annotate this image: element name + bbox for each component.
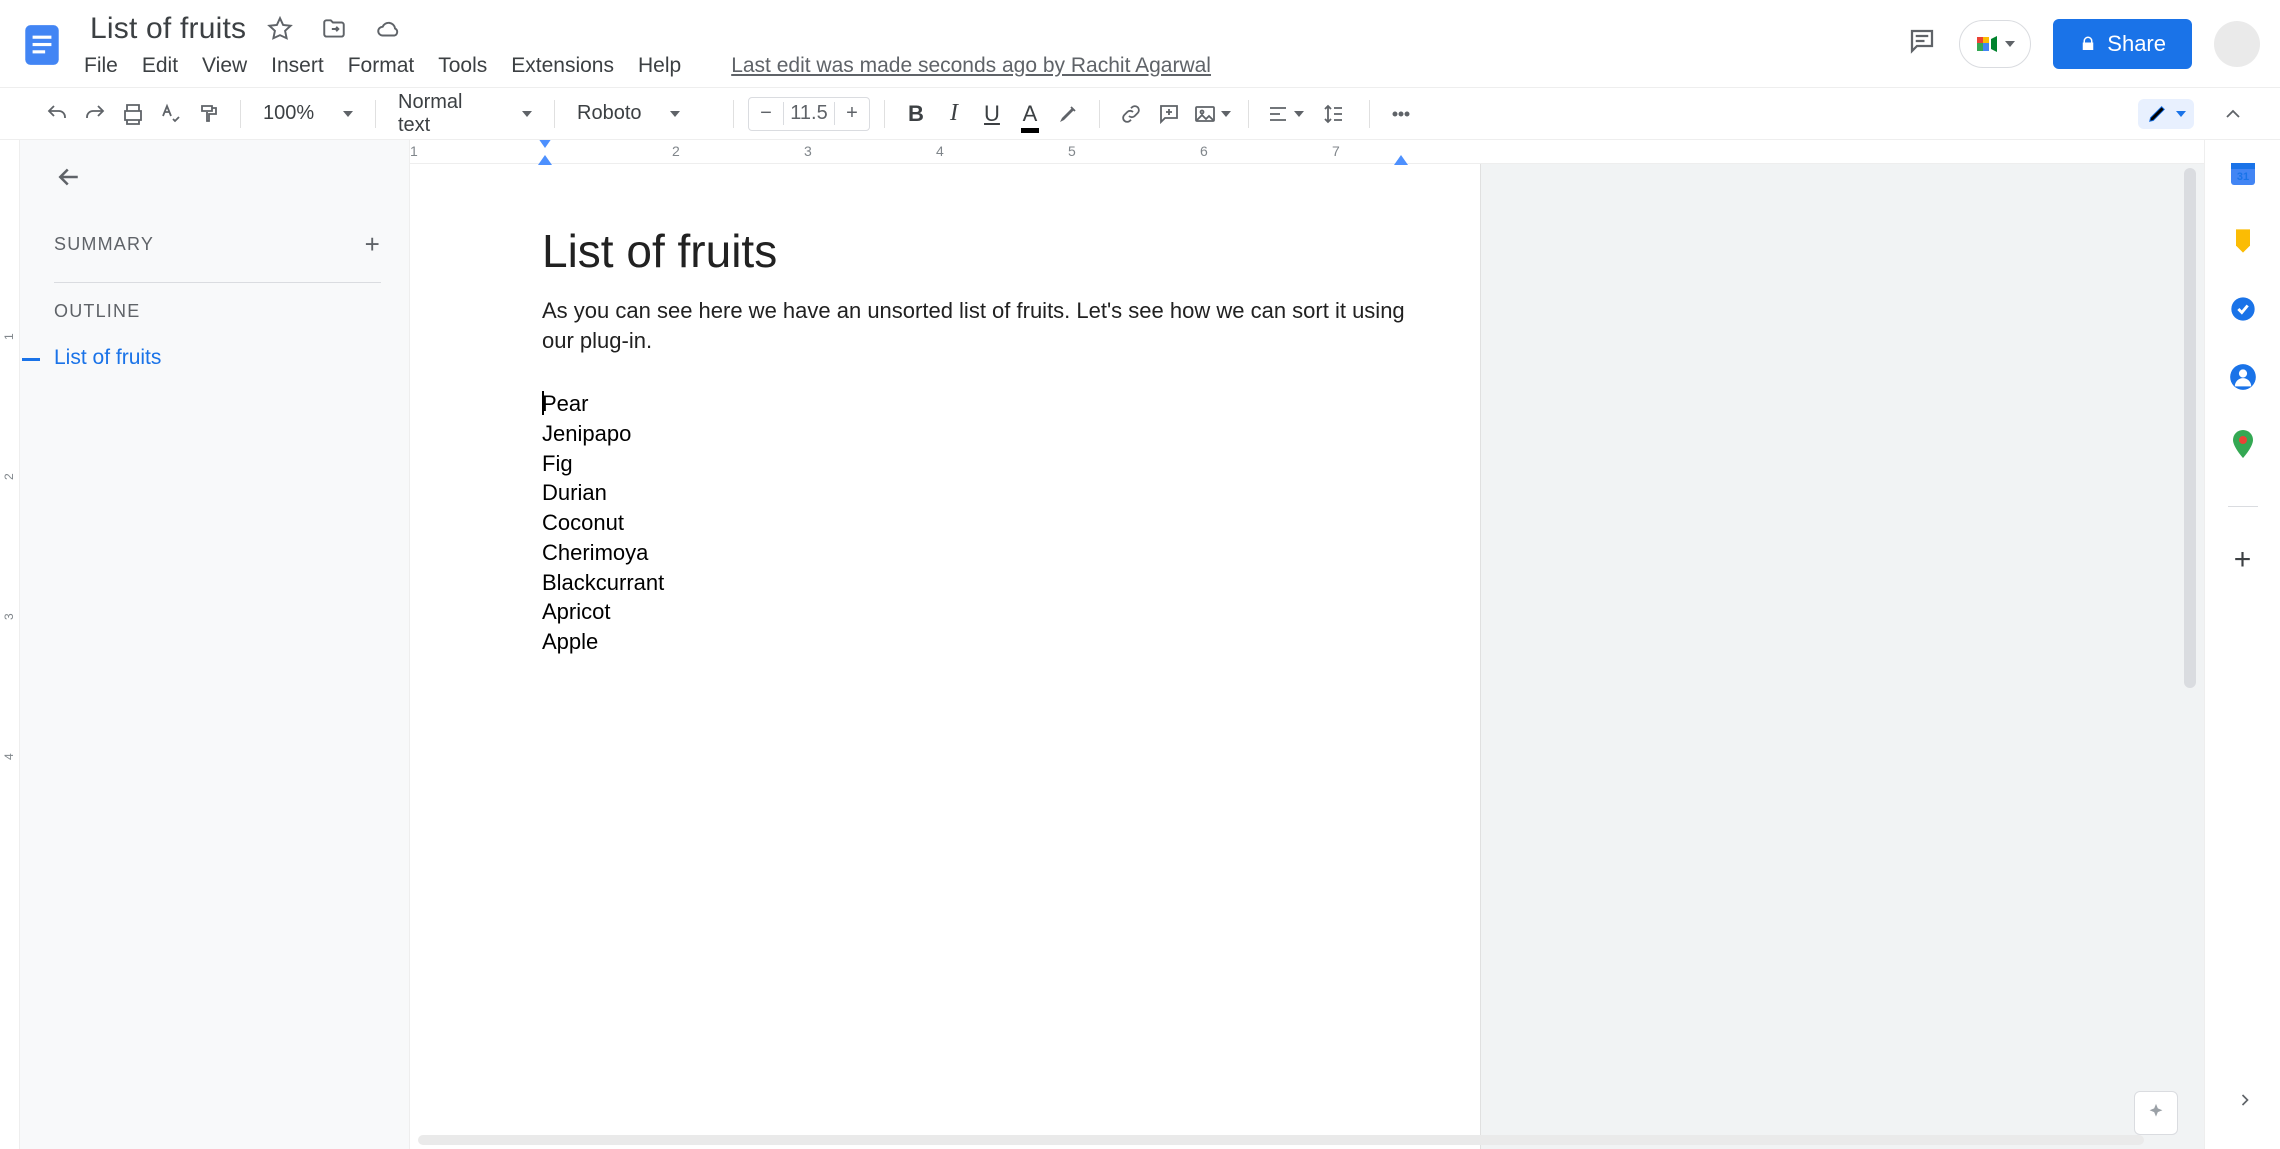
side-panel: 31 +	[2204, 140, 2280, 1149]
menu-bar: File Edit View Insert Format Tools Exten…	[84, 54, 1211, 78]
maps-icon[interactable]	[2228, 430, 2258, 460]
fruit-line[interactable]: Durian	[542, 478, 1410, 508]
doc-heading[interactable]: List of fruits	[542, 224, 1410, 278]
fruit-line[interactable]: Apricot	[542, 597, 1410, 627]
hide-sidepanel-button[interactable]	[2230, 1085, 2260, 1115]
font-size-decrease[interactable]: −	[749, 102, 783, 125]
menu-extensions[interactable]: Extensions	[511, 54, 614, 78]
docs-logo-icon[interactable]	[10, 12, 74, 76]
last-edit-link[interactable]: Last edit was made seconds ago by Rachit…	[731, 54, 1211, 78]
vruler-tick: 1	[2, 333, 16, 340]
zoom-value: 100%	[263, 102, 325, 125]
fruit-line[interactable]: Apple	[542, 627, 1410, 657]
outline-label: OUTLINE	[54, 301, 381, 322]
share-label: Share	[2107, 31, 2166, 57]
font-size-increase[interactable]: +	[835, 102, 869, 125]
menu-format[interactable]: Format	[348, 54, 415, 78]
editing-mode-button[interactable]	[2138, 99, 2194, 129]
hruler-num: 6	[1200, 143, 1208, 159]
share-button[interactable]: Share	[2053, 19, 2192, 69]
outline-item[interactable]: List of fruits	[54, 346, 381, 370]
title-bar: List of fruits File Edit View Insert For…	[0, 0, 2280, 88]
hruler-num: 2	[672, 143, 680, 159]
highlight-button[interactable]	[1051, 97, 1085, 131]
font-family-select[interactable]: Roboto	[569, 102, 719, 125]
font-size-box: − 11.5 +	[748, 97, 870, 131]
hide-menus-button[interactable]	[2216, 97, 2250, 131]
redo-button[interactable]	[78, 97, 112, 131]
more-button[interactable]	[1384, 97, 1418, 131]
vruler-tick: 4	[2, 753, 16, 760]
menu-view[interactable]: View	[202, 54, 247, 78]
explore-button[interactable]	[2134, 1091, 2178, 1135]
move-icon[interactable]	[320, 15, 348, 43]
hruler-num: 4	[936, 143, 944, 159]
fruit-line[interactable]: Cherimoya	[542, 538, 1410, 568]
paint-format-button[interactable]	[192, 97, 226, 131]
font-size-input[interactable]: 11.5	[783, 102, 835, 125]
get-addons-button[interactable]: +	[2228, 545, 2258, 575]
paragraph-style-select[interactable]: Normal text	[390, 91, 540, 137]
document-title[interactable]: List of fruits	[84, 10, 252, 48]
add-summary-button[interactable]: +	[365, 229, 381, 260]
zoom-select[interactable]: 100%	[255, 102, 361, 125]
keep-icon[interactable]	[2228, 226, 2258, 256]
bold-button[interactable]: B	[899, 97, 933, 131]
fruit-line[interactable]: Fig	[542, 449, 1410, 479]
hruler-num: 7	[1332, 143, 1340, 159]
svg-text:31: 31	[2236, 171, 2248, 183]
insert-link-button[interactable]	[1114, 97, 1148, 131]
star-icon[interactable]	[266, 15, 294, 43]
spellcheck-button[interactable]	[154, 97, 188, 131]
menu-edit[interactable]: Edit	[142, 54, 178, 78]
hruler-num: 3	[804, 143, 812, 159]
doc-intro[interactable]: As you can see here we have an unsorted …	[542, 296, 1410, 355]
document-area: 1 2 3 4 5 6 7 List of fruits As you can …	[410, 140, 2204, 1149]
add-comment-button[interactable]	[1152, 97, 1186, 131]
align-button[interactable]	[1263, 97, 1307, 131]
workspace: 1 2 3 4 SUMMARY + OUTLINE List of fruits…	[0, 140, 2280, 1149]
menu-file[interactable]: File	[84, 54, 118, 78]
tasks-icon[interactable]	[2228, 294, 2258, 324]
undo-button[interactable]	[40, 97, 74, 131]
text-color-button[interactable]: A	[1013, 97, 1047, 131]
calendar-icon[interactable]: 31	[2228, 158, 2258, 188]
toolbar: 100% Normal text Roboto − 11.5 + B I U A	[0, 88, 2280, 140]
cloud-status-icon[interactable]	[374, 15, 402, 43]
horizontal-scrollbar[interactable]	[418, 1135, 2144, 1145]
menu-insert[interactable]: Insert	[271, 54, 324, 78]
menu-tools[interactable]: Tools	[438, 54, 487, 78]
summary-label: SUMMARY	[54, 234, 154, 255]
line-spacing-button[interactable]	[1311, 97, 1355, 131]
contacts-icon[interactable]	[2228, 362, 2258, 392]
print-button[interactable]	[116, 97, 150, 131]
font-family-value: Roboto	[577, 102, 642, 125]
outline-panel: SUMMARY + OUTLINE List of fruits	[20, 140, 410, 1149]
hruler-num: 1	[410, 143, 418, 159]
menu-help[interactable]: Help	[638, 54, 681, 78]
comments-icon[interactable]	[1907, 26, 1937, 61]
fruit-line[interactable]: Jenipapo	[542, 419, 1410, 449]
vruler-tick: 2	[2, 473, 16, 480]
fruit-line[interactable]: Blackcurrant	[542, 568, 1410, 598]
fruit-line[interactable]: Pear	[542, 389, 1410, 419]
document-page[interactable]: List of fruits As you can see here we ha…	[410, 164, 1480, 1149]
outline-close-button[interactable]	[54, 162, 381, 197]
vertical-scrollbar[interactable]	[2184, 168, 2196, 688]
fruit-line[interactable]: Coconut	[542, 508, 1410, 538]
account-avatar[interactable]	[2214, 21, 2260, 67]
italic-button[interactable]: I	[937, 97, 971, 131]
horizontal-ruler[interactable]: 1 2 3 4 5 6 7	[410, 140, 2204, 164]
underline-button[interactable]: U	[975, 97, 1009, 131]
vertical-ruler: 1 2 3 4	[0, 140, 20, 1149]
paragraph-style-value: Normal text	[398, 91, 494, 137]
hruler-num: 5	[1068, 143, 1076, 159]
vruler-tick: 3	[2, 613, 16, 620]
meet-button[interactable]	[1959, 20, 2031, 68]
insert-image-button[interactable]	[1190, 97, 1234, 131]
doc-fruits-list[interactable]: PearJenipapoFigDurianCoconutCherimoyaBla…	[542, 389, 1410, 656]
